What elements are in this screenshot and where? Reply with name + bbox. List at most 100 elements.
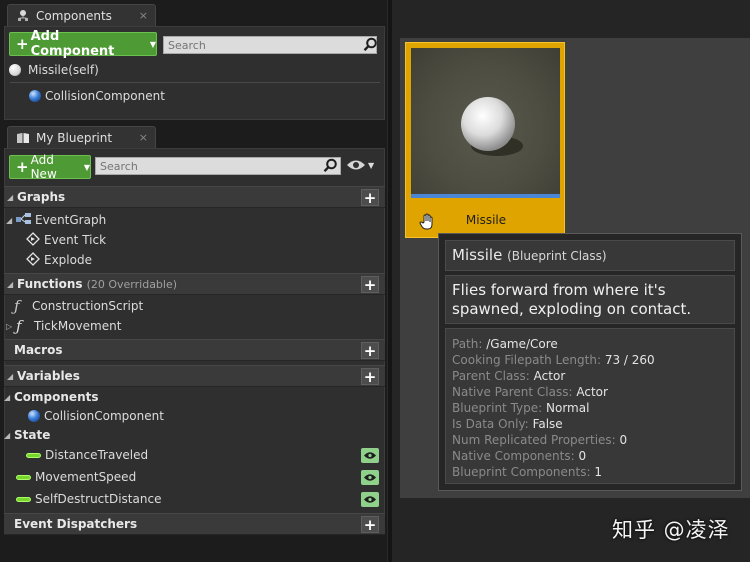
event-graph-label: EventGraph — [35, 213, 107, 227]
collapse-arrow-icon[interactable]: ◢ — [4, 431, 14, 440]
event-tick-label: Event Tick — [44, 233, 107, 247]
component-child-item[interactable]: CollisionComponent — [29, 86, 165, 106]
collision-sphere-icon — [28, 410, 40, 422]
view-options-eye-icon[interactable]: ▼ — [346, 159, 374, 171]
add-component-button[interactable]: + Add Component ▼ — [9, 29, 157, 59]
book-icon — [16, 131, 30, 144]
components-category-label: Components — [14, 390, 99, 404]
visibility-eye-icon[interactable] — [361, 491, 379, 507]
event-tick-item[interactable]: Event Tick — [26, 230, 106, 250]
collapse-arrow-icon[interactable]: ◢ — [6, 216, 16, 225]
sphere-icon — [9, 64, 21, 76]
variable-movement-speed[interactable]: MovementSpeed — [16, 467, 383, 487]
visibility-eye-icon[interactable] — [361, 447, 379, 463]
macros-section-label: Macros — [14, 343, 63, 357]
add-new-label: Add New — [30, 153, 57, 181]
watermark-text: 知乎 @凌泽 — [612, 518, 730, 542]
close-icon[interactable]: × — [139, 131, 148, 144]
components-icon — [16, 9, 30, 22]
chevron-down-icon: ▼ — [149, 39, 156, 49]
tab-components[interactable]: Components × — [7, 4, 156, 26]
variable-collision-label: CollisionComponent — [44, 409, 164, 423]
explode-event-item[interactable]: Explode — [26, 250, 92, 270]
add-event-dispatcher-button[interactable]: + — [361, 516, 379, 534]
sphere-thumbnail-icon — [461, 97, 523, 156]
asset-thumbnail — [411, 48, 560, 195]
plus-icon: + — [16, 158, 29, 176]
float-variable-icon — [26, 452, 41, 458]
add-macro-button[interactable]: + — [361, 342, 379, 360]
component-child-label: CollisionComponent — [45, 89, 165, 103]
component-root-item[interactable]: Missile(self) — [9, 60, 99, 80]
property-row: Parent Class: Actor — [452, 369, 566, 383]
search-icon[interactable] — [363, 37, 379, 53]
variable-movement-label: MovementSpeed — [35, 470, 137, 484]
functions-section-header[interactable]: ◢ Functions (20 Overridable) + — [4, 273, 385, 295]
property-row: Path: /Game/Core — [452, 337, 558, 351]
tick-movement-item[interactable]: ▷ ƒ TickMovement — [6, 316, 121, 336]
macros-section-header[interactable]: Macros + — [4, 339, 385, 361]
component-root-label: Missile(self) — [28, 63, 99, 77]
visibility-eye-icon[interactable] — [361, 469, 379, 485]
divider — [10, 82, 380, 83]
event-node-icon — [26, 231, 40, 249]
variable-self-destruct-distance[interactable]: SelfDestructDistance — [16, 489, 383, 509]
event-graph-item[interactable]: ◢ EventGraph — [6, 210, 106, 230]
event-dispatchers-section-header[interactable]: Event Dispatchers + — [4, 513, 385, 535]
float-variable-icon — [16, 496, 31, 502]
variables-section-header[interactable]: ◢ Variables + — [4, 365, 385, 387]
graphs-section-header[interactable]: ◢ Graphs + — [4, 186, 385, 208]
chevron-down-icon: ▼ — [83, 162, 90, 172]
property-row: Cooking Filepath Length: 73 / 260 — [452, 353, 655, 367]
state-category-label: State — [14, 428, 51, 442]
components-search-input[interactable] — [163, 36, 377, 54]
tooltip-title: Missile — [452, 246, 503, 264]
graph-icon — [16, 212, 32, 229]
search-icon[interactable] — [323, 158, 339, 174]
property-row: Blueprint Type: Normal — [452, 401, 590, 415]
property-row: Num Replicated Properties: 0 — [452, 433, 628, 447]
graphs-section-label: Graphs — [17, 190, 66, 204]
float-variable-icon — [16, 474, 31, 480]
tab-components-label: Components — [36, 8, 112, 23]
function-override-icon: ƒ — [14, 297, 20, 315]
add-function-button[interactable]: + — [361, 276, 379, 294]
add-component-label: Add Component — [30, 29, 115, 59]
asset-name-label: Missile — [465, 213, 507, 227]
variable-self-destruct-label: SelfDestructDistance — [35, 492, 162, 506]
construction-script-item[interactable]: ƒ ConstructionScript — [14, 296, 143, 316]
variables-section-label: Variables — [17, 369, 80, 383]
tooltip-description-box: Flies forward from where it's spawned, e… — [445, 275, 735, 324]
variable-distance-traveled[interactable]: DistanceTraveled — [26, 445, 383, 465]
state-category[interactable]: ◢ State — [4, 427, 50, 443]
explode-label: Explode — [44, 253, 92, 267]
close-icon[interactable]: × — [139, 9, 148, 22]
add-new-button[interactable]: + Add New ▼ — [9, 153, 91, 181]
collapse-arrow-icon[interactable]: ◢ — [7, 372, 15, 381]
expand-arrow-icon[interactable]: ▷ — [6, 322, 16, 331]
asset-tooltip: Missile (Blueprint Class) Flies forward … — [438, 233, 742, 491]
asset-tile-missile[interactable]: Missile — [405, 42, 565, 238]
collapse-arrow-icon[interactable]: ◢ — [7, 193, 15, 202]
tab-my-blueprint-label: My Blueprint — [36, 130, 113, 145]
property-row: Native Parent Class: Actor — [452, 385, 608, 399]
property-row: Is Data Only: False — [452, 417, 563, 431]
components-panel: + Add Component ▼ Missile(self) Collisio… — [4, 26, 385, 120]
tooltip-class-label: (Blueprint Class) — [507, 249, 607, 263]
add-graph-button[interactable]: + — [361, 189, 379, 207]
blueprint-search-input[interactable] — [95, 157, 341, 175]
collapse-arrow-icon[interactable]: ◢ — [7, 280, 15, 289]
add-variable-button[interactable]: + — [361, 368, 379, 386]
plus-icon: + — [16, 35, 29, 53]
tooltip-title-box: Missile (Blueprint Class) — [445, 240, 735, 271]
components-category[interactable]: ◢ Components — [4, 389, 99, 405]
variable-collision-component[interactable]: CollisionComponent — [28, 406, 164, 426]
tick-movement-label: TickMovement — [34, 319, 122, 333]
property-row: Blueprint Components: 1 — [452, 465, 602, 479]
asset-type-bar — [411, 194, 560, 198]
tooltip-properties-box: Path: /Game/Core Cooking Filepath Length… — [445, 328, 735, 484]
collapse-arrow-icon[interactable]: ◢ — [4, 393, 14, 402]
variable-distance-label: DistanceTraveled — [45, 448, 149, 462]
overridable-count: (20 Overridable) — [86, 277, 178, 291]
tab-my-blueprint[interactable]: My Blueprint × — [7, 126, 156, 148]
